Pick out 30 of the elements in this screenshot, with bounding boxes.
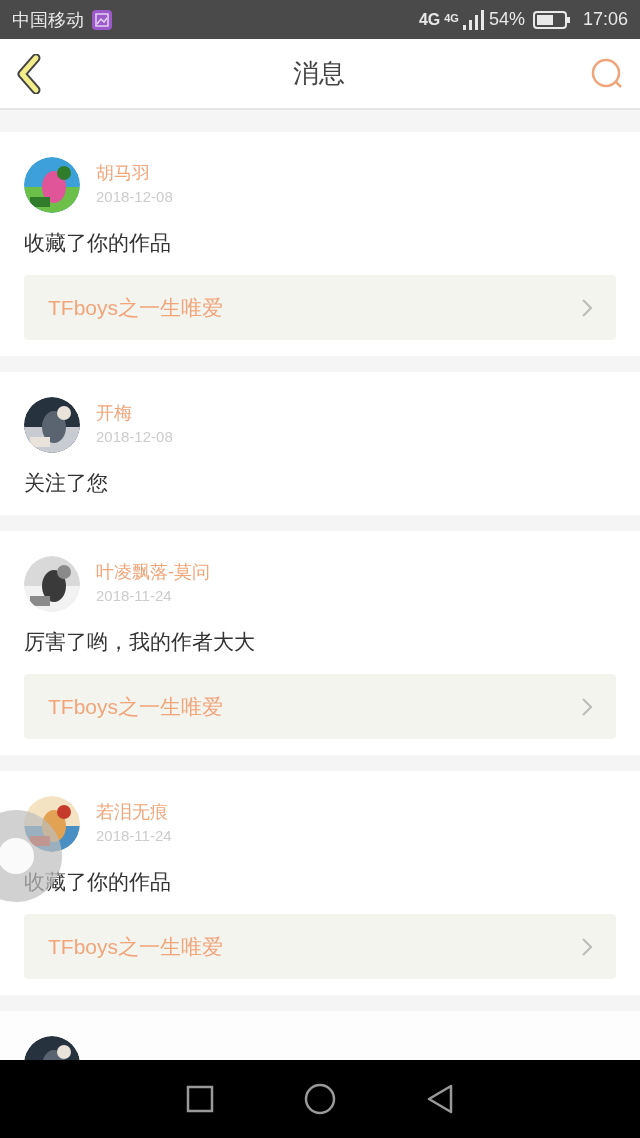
network-label: 4G [444,11,459,26]
signal-icon [462,9,485,30]
square-icon [186,1085,214,1113]
page-title: 消息 [293,57,345,90]
clock: 17:06 [582,8,628,31]
message-text: 收藏了你的作品 [24,230,172,256]
chevron-right-icon [582,298,592,317]
back-nav-button[interactable] [426,1083,454,1115]
back-icon [16,53,42,94]
image-icon [92,9,112,30]
chevron-right-icon [582,937,592,956]
user-name[interactable]: 若泪无痕 [96,800,172,824]
work-link[interactable]: TFboys之一生唯爱 [24,914,616,979]
message-text: 收藏了你的作品 [24,869,172,895]
home-button[interactable] [304,1083,336,1115]
user-name[interactable]: 开梅 [96,401,173,425]
carrier-name: 中国移动 [12,8,84,32]
message-text: 厉害了哟，我的作者大大 [24,629,256,655]
message-text: 关注了您 [24,470,109,496]
triangle-icon [426,1083,454,1115]
network-label: 4G [418,9,441,30]
chevron-right-icon [582,697,592,716]
battery-percent: 54% [488,8,525,31]
battery-icon [532,10,571,29]
recent-apps-button[interactable] [186,1085,214,1113]
user-name[interactable]: 叶凌飘落-莫问 [96,560,210,584]
circle-icon [304,1083,336,1115]
work-link[interactable]: TFboys之一生唯爱 [24,674,616,739]
work-link[interactable]: TFboys之一生唯爱 [24,275,616,340]
user-name[interactable]: 胡马羽 [96,161,173,185]
